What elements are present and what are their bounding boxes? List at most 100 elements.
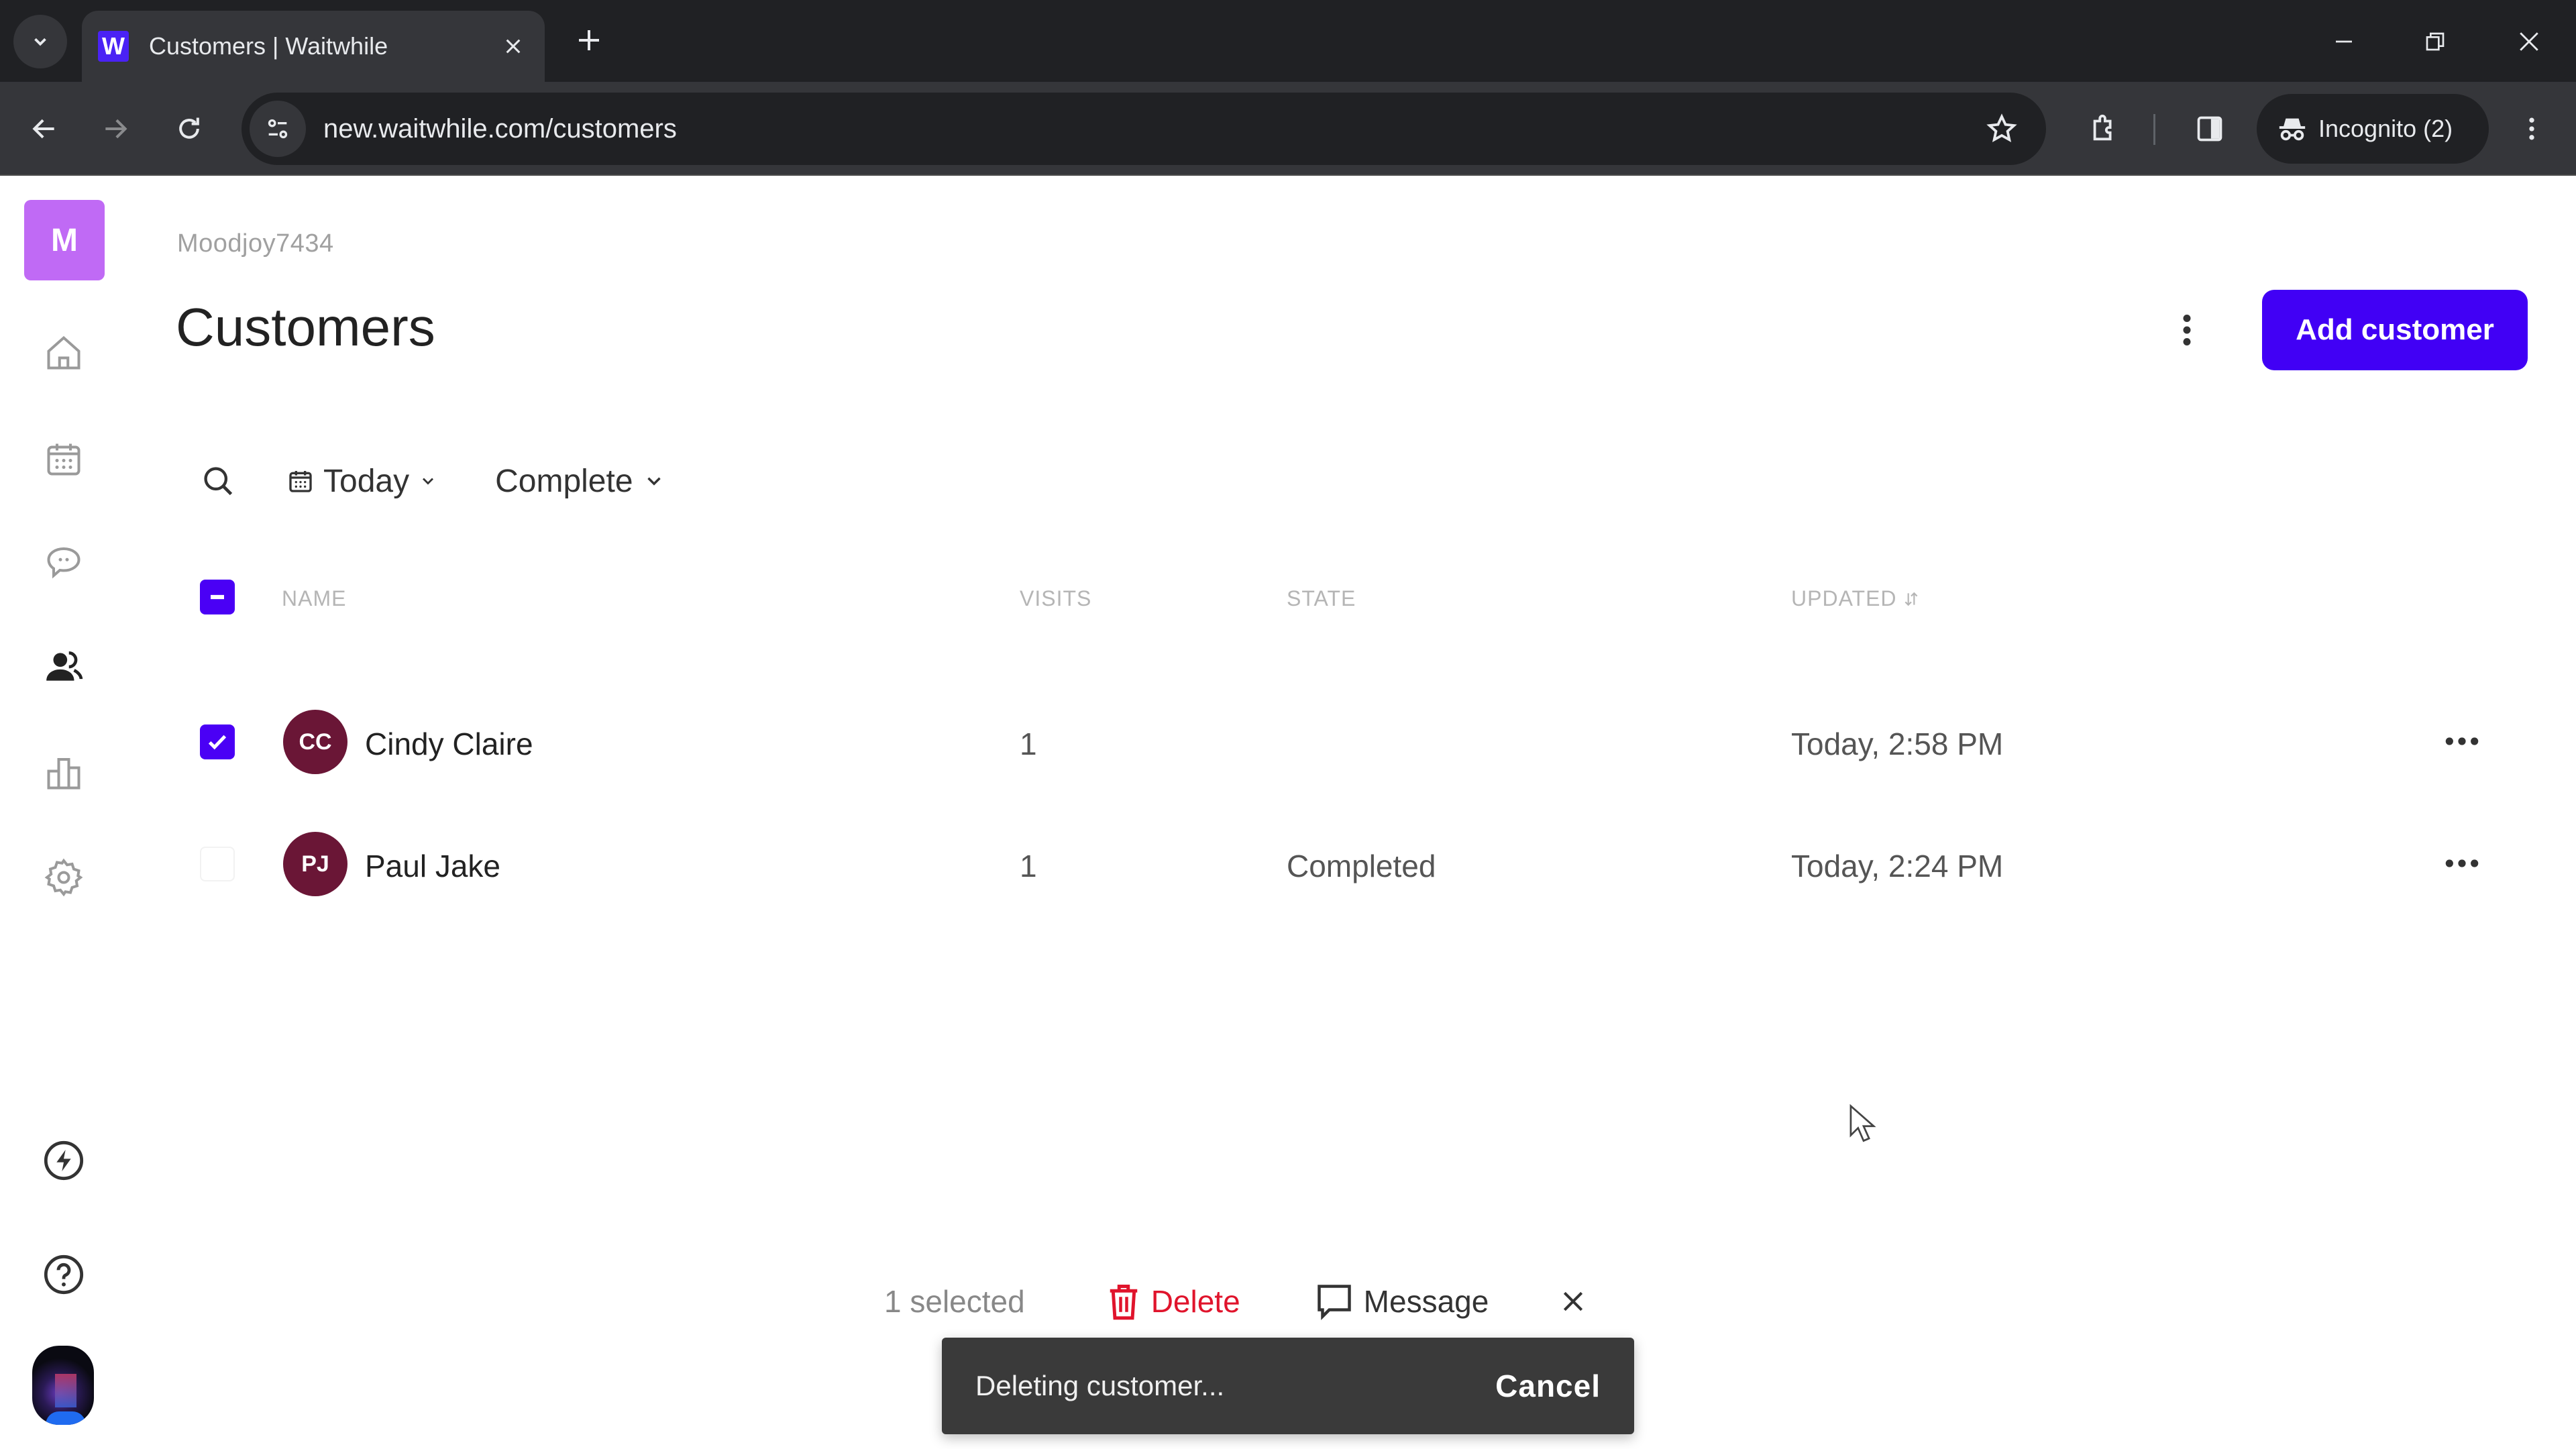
back-button[interactable] [17,102,71,156]
extensions-button[interactable] [2077,102,2131,156]
bulk-delete-button[interactable]: Delete [1106,1281,1240,1322]
browser-toolbar: new.waitwhile.com/customers Incognito (2… [0,82,2576,176]
minimize-icon [2336,40,2352,43]
browser-tab-active[interactable]: W Customers | Waitwhile [82,11,545,82]
bulk-message-label: Message [1363,1284,1489,1319]
date-filter-value: Today [323,463,410,499]
arrow-right-icon [105,119,127,139]
clear-selection-button[interactable] [1553,1281,1593,1322]
chevron-down-icon [423,478,434,485]
side-panel-button[interactable] [2183,102,2237,156]
sidebar-item-analytics[interactable] [37,746,91,800]
column-header-visits[interactable]: VISITS [1020,586,1091,611]
mouse-cursor-icon [1849,1104,1876,1142]
tab-search-button[interactable] [13,15,67,68]
close-icon [506,39,521,54]
home-icon [47,335,80,370]
sidebar-item-home[interactable] [37,326,91,380]
restore-button[interactable] [2408,15,2462,68]
incognito-icon [2279,118,2306,141]
incognito-indicator[interactable]: Incognito (2) [2257,94,2489,164]
help-button[interactable] [37,1248,91,1301]
kebab-menu-icon [2183,315,2191,345]
column-header-updated-label: UPDATED [1791,586,1897,610]
app-sidebar: M [0,176,127,1449]
puzzle-icon [2093,114,2112,141]
selected-count: 1 selected [884,1284,1025,1319]
bulk-action-bar: 1 selected Delete Message [872,1268,1593,1335]
chevron-down-icon [34,38,46,46]
close-icon [1564,1291,1583,1311]
customer-updated: Today, 2:58 PM [1791,727,2004,761]
browser-menu-button[interactable] [2505,102,2559,156]
side-panel-icon [2197,116,2222,142]
column-header-name[interactable]: NAME [282,586,346,611]
url-text[interactable]: new.waitwhile.com/customers [323,114,1975,144]
site-info-button[interactable] [250,101,306,157]
table-row[interactable]: CC Cindy Claire 1 Today, 2:58 PM [127,688,2576,796]
browser-tabstrip: W Customers | Waitwhile [0,0,2576,82]
main-content: Moodjoy7434 Customers Add customer Today… [127,176,2576,1449]
waitwhile-favicon-icon: W [98,31,129,62]
toast-cancel-button[interactable]: Cancel [1495,1368,1601,1404]
bulk-delete-label: Delete [1150,1284,1240,1319]
indeterminate-icon [211,594,224,600]
sidebar-item-messages[interactable] [37,535,91,589]
checkmark-icon [208,735,227,750]
reload-icon [179,117,199,139]
trash-icon [1110,1285,1137,1320]
sidebar-item-calendar[interactable] [37,432,91,486]
window-close-button[interactable] [2502,15,2556,68]
arrow-left-icon [32,119,54,139]
row-more-options-button[interactable] [2428,840,2496,887]
more-horizontal-icon [2445,859,2479,867]
select-all-checkbox[interactable] [200,580,235,614]
calendar-icon [289,471,312,492]
address-bar[interactable]: new.waitwhile.com/customers [241,93,2046,165]
row-checkbox[interactable] [200,847,235,881]
table-header: NAME VISITS STATE UPDATED [127,564,2576,631]
restore-icon [2426,32,2445,51]
search-icon [204,467,233,496]
row-more-options-button[interactable] [2428,718,2496,765]
filter-bar: Today Complete [195,444,665,518]
avatar-photo-detail [55,1374,76,1407]
sidebar-item-customers[interactable] [37,640,91,694]
new-tab-button[interactable] [569,20,609,60]
forward-button[interactable] [89,102,142,156]
users-icon [46,651,83,681]
bookmark-button[interactable] [1975,102,2029,156]
table-row[interactable]: PJ Paul Jake 1 Completed Today, 2:24 PM [127,810,2576,918]
star-icon [1986,113,2017,143]
page-more-options-button[interactable] [2167,303,2207,357]
customer-avatar: CC [283,710,347,774]
org-switcher[interactable]: M [24,200,105,280]
sidebar-item-settings[interactable] [37,851,91,904]
gear-icon [44,858,83,897]
snackbar-toast: Deleting customer... Cancel [942,1338,1634,1434]
row-checkbox[interactable] [200,724,235,759]
tab-close-button[interactable] [496,30,530,63]
minimize-button[interactable] [2317,15,2371,68]
customer-visits: 1 [1020,727,1037,761]
column-header-updated[interactable]: UPDATED [1791,586,1920,611]
state-filter-dropdown[interactable]: Complete [495,463,665,500]
chevron-down-icon [647,477,661,486]
customer-name[interactable]: Cindy Claire [365,726,533,762]
user-profile-avatar[interactable] [32,1346,94,1425]
whats-new-button[interactable] [37,1134,91,1187]
column-header-state[interactable]: STATE [1287,586,1356,611]
customer-name[interactable]: Paul Jake [365,848,500,884]
sort-icon [1904,592,1917,606]
avatar-photo-glow [46,1411,86,1425]
search-button[interactable] [195,458,241,504]
customer-updated: Today, 2:24 PM [1791,849,2004,883]
bulk-message-button[interactable]: Message [1314,1281,1489,1322]
reload-button[interactable] [162,102,216,156]
add-customer-button[interactable]: Add customer [2262,290,2528,370]
date-filter-dropdown[interactable]: Today [287,463,437,500]
customer-state: Completed [1287,849,1436,883]
tab-title: Customers | Waitwhile [149,32,388,60]
tune-icon [268,119,288,139]
toolbar-separator [2153,114,2155,145]
